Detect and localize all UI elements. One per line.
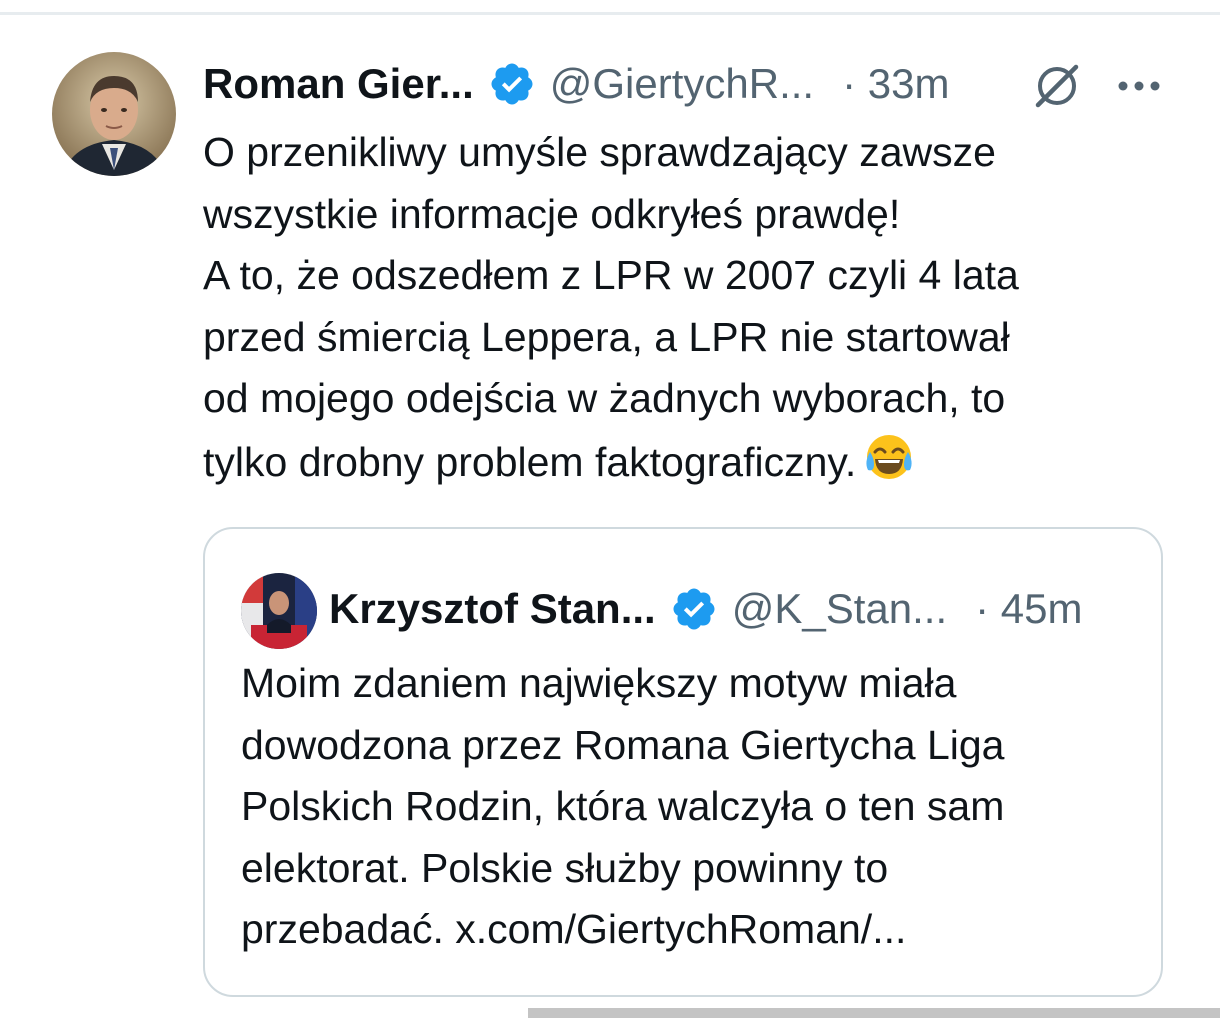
grok-icon[interactable] [1030,59,1084,113]
quoted-text-line: Moim zdaniem największy motyw miała [241,660,957,706]
tweet-text-line: wszystkie informacje odkryłeś prawdę! [203,190,901,237]
verified-badge-icon [670,585,718,633]
quoted-text-line: elektorat. Polskie służby powinny to [241,844,889,891]
tweet-text-line: A to, że odszedłem z LPR w 2007 czyli 4 … [203,252,1019,298]
tweet-text-line: O przenikliwy umyśle sprawdzający zawsze [203,129,996,175]
quoted-text-line: dowodzona przez Romana Giertycha Liga [241,721,1005,768]
author-name[interactable]: Roman Gier... [203,60,474,108]
tweet-text-line: przed śmiercią Leppera, a LPR nie starto… [203,313,1010,360]
verified-badge-icon[interactable] [488,60,536,108]
tweet-timestamp[interactable]: · 33m [842,60,949,108]
quoted-author-avatar [241,573,317,649]
top-divider [0,12,1220,15]
tweet-text-line: tylko drobny problem faktograficzny. [203,438,857,485]
quoted-text-line: przebadać. x.com/GiertychRoman/... [241,906,907,952]
quoted-tweet-text: Moim zdaniem największy motyw miała dowo… [241,653,1141,961]
tweet-text: O przenikliwy umyśle sprawdzający zawsze… [203,122,1163,493]
quoted-author-name: Krzysztof Stan... [329,585,656,632]
author-handle[interactable]: @GiertychR... [550,60,814,108]
more-options-icon[interactable] [1112,66,1166,106]
tweet-text-line: od mojego odejścia w żadnych wyborach, t… [203,375,1006,421]
quoted-tweet-timestamp: · 45m [975,585,1083,632]
quoted-tweet-header: Krzysztof Stan... @K_Stan... · 45m [329,577,1139,641]
author-avatar[interactable] [52,52,176,176]
quoted-author-handle: @K_Stan... [731,585,948,632]
bottom-overlay-bar [528,1008,1220,1018]
tweet-text-line-last: tylko drobny problem faktograficzny. [203,430,1163,494]
quoted-tweet-card[interactable]: Krzysztof Stan... @K_Stan... · 45m Moim … [203,527,1163,997]
face-with-tears-of-joy-emoji [862,430,916,484]
quoted-text-line: Polskich Rodzin, która walczyła o ten sa… [241,783,1005,829]
